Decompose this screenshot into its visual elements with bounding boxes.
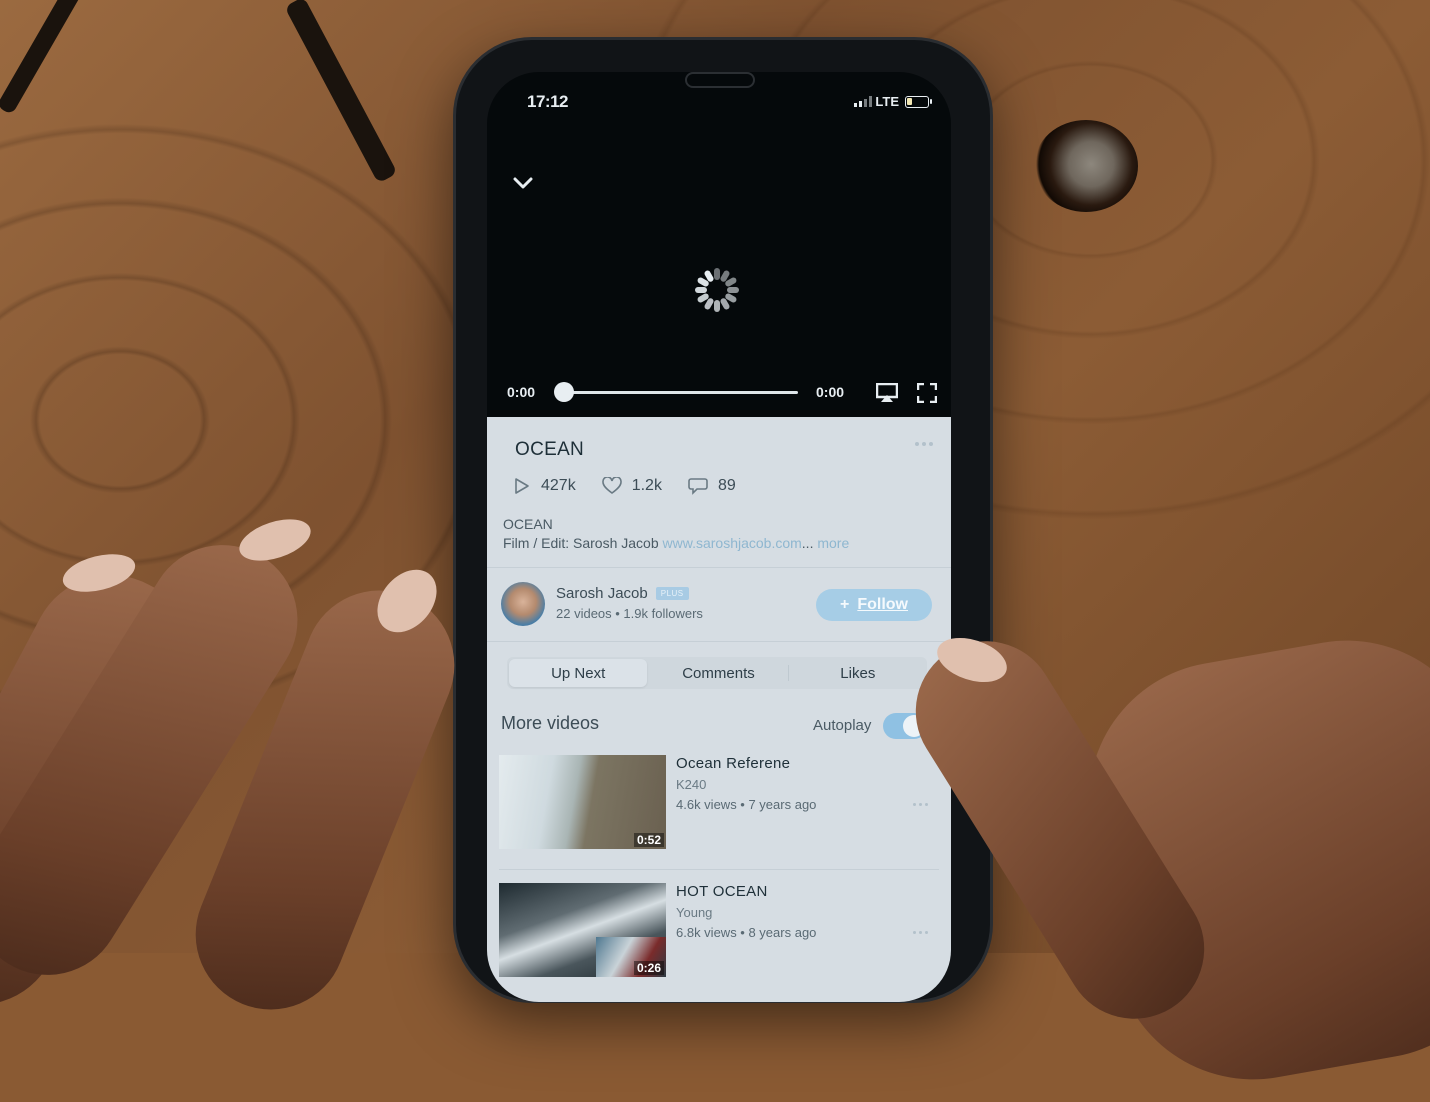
earpiece-speaker bbox=[685, 72, 755, 88]
smartphone: 17:12 LTE 0:00 0:00 OCEAN 427k 1.2k 89 O… bbox=[456, 40, 990, 1002]
spinner-spoke bbox=[714, 300, 720, 312]
phone-screen: 17:12 LTE 0:00 0:00 OCEAN 427k 1.2k 89 O… bbox=[487, 72, 951, 1002]
chevron-down-icon[interactable] bbox=[513, 176, 533, 190]
comment-icon[interactable] bbox=[688, 477, 708, 495]
follow-button[interactable]: + Follow bbox=[816, 589, 932, 621]
wood-knot bbox=[1034, 120, 1138, 212]
video-title: OCEAN bbox=[515, 439, 585, 460]
video-description: OCEAN Film / Edit: Sarosh Jacob www.saro… bbox=[503, 515, 849, 553]
video-thumbnail[interactable]: 0:52 bbox=[499, 755, 666, 849]
plays-stat: 427k bbox=[513, 477, 576, 495]
duration: 0:00 bbox=[816, 384, 845, 400]
video-item-channel[interactable]: K240 bbox=[676, 777, 706, 792]
network-label: LTE bbox=[875, 94, 899, 109]
video-item-meta: 4.6k views • 7 years ago bbox=[676, 797, 817, 812]
spinner-spoke bbox=[727, 287, 739, 293]
player-controls: 0:00 0:00 bbox=[487, 372, 951, 412]
plus-icon: + bbox=[840, 596, 850, 613]
list-item[interactable]: 0:52 Ocean Referene K240 4.6k views • 7 … bbox=[499, 755, 939, 851]
tab-comments[interactable]: Comments bbox=[649, 657, 787, 689]
battery-icon bbox=[905, 95, 932, 108]
play-icon bbox=[515, 478, 529, 494]
seek-handle[interactable] bbox=[554, 382, 574, 402]
section-title: More videos bbox=[501, 713, 600, 733]
comments-stat[interactable]: 89 bbox=[688, 477, 736, 495]
signal-icon bbox=[854, 96, 873, 107]
video-duration: 0:52 bbox=[633, 833, 664, 847]
more-options-icon[interactable] bbox=[915, 442, 933, 446]
description-credits: Film / Edit: Sarosh Jacob www.saroshjaco… bbox=[503, 534, 849, 553]
status-time: 17:12 bbox=[527, 92, 568, 111]
video-details-panel: OCEAN 427k 1.2k 89 OCEAN Film / Edit: Sa… bbox=[487, 417, 951, 1002]
author-name-row[interactable]: Sarosh Jacob PLUS bbox=[556, 585, 689, 602]
likes-count: 1.2k bbox=[631, 477, 662, 494]
tab-up-next[interactable]: Up Next bbox=[509, 659, 648, 687]
autoplay-label: Autoplay bbox=[813, 717, 872, 734]
divider bbox=[487, 567, 951, 568]
author-name[interactable]: Sarosh Jacob bbox=[556, 585, 648, 602]
likes-stat[interactable]: 1.2k bbox=[601, 477, 662, 495]
website-link[interactable]: www.saroshjacob.com bbox=[663, 535, 802, 551]
more-link[interactable]: more bbox=[817, 535, 849, 551]
divider bbox=[487, 641, 951, 642]
plus-badge: PLUS bbox=[655, 587, 689, 600]
follow-label: Follow bbox=[857, 596, 908, 613]
comments-count: 89 bbox=[717, 477, 736, 494]
video-item-title[interactable]: HOT OCEAN bbox=[676, 883, 768, 900]
video-duration: 0:26 bbox=[633, 961, 664, 975]
tab-bar: Up Next Comments Likes bbox=[507, 657, 927, 689]
status-indicators: LTE bbox=[854, 94, 932, 109]
video-stats: 427k 1.2k 89 bbox=[513, 477, 762, 495]
airplay-icon[interactable] bbox=[876, 383, 898, 403]
current-time: 0:00 bbox=[507, 384, 536, 400]
author-stats: 22 videos • 1.9k followers bbox=[556, 606, 703, 621]
loading-spinner-icon bbox=[695, 268, 739, 312]
plays-count: 427k bbox=[541, 477, 576, 494]
description-line: OCEAN bbox=[503, 516, 553, 532]
heart-icon[interactable] bbox=[601, 477, 622, 495]
ellipsis: ... bbox=[801, 535, 814, 551]
author-row: Sarosh Jacob PLUS 22 videos • 1.9k follow… bbox=[501, 582, 941, 632]
spinner-spoke bbox=[695, 287, 707, 293]
credits-text: Film / Edit: Sarosh Jacob bbox=[503, 535, 659, 551]
seek-bar[interactable] bbox=[565, 391, 798, 394]
fullscreen-icon[interactable] bbox=[917, 383, 937, 403]
video-item-title[interactable]: Ocean Referene bbox=[676, 755, 790, 772]
video-item-channel[interactable]: Young bbox=[676, 905, 712, 920]
divider bbox=[499, 869, 939, 870]
tab-likes[interactable]: Likes bbox=[789, 657, 927, 689]
video-thumbnail[interactable]: 0:26 bbox=[499, 883, 666, 977]
list-item[interactable]: 0:26 HOT OCEAN Young 6.8k views • 8 year… bbox=[499, 883, 939, 979]
more-options-icon[interactable] bbox=[913, 803, 928, 806]
avatar[interactable] bbox=[501, 582, 545, 626]
more-options-icon[interactable] bbox=[913, 931, 928, 934]
video-item-meta: 6.8k views • 8 years ago bbox=[676, 925, 817, 940]
